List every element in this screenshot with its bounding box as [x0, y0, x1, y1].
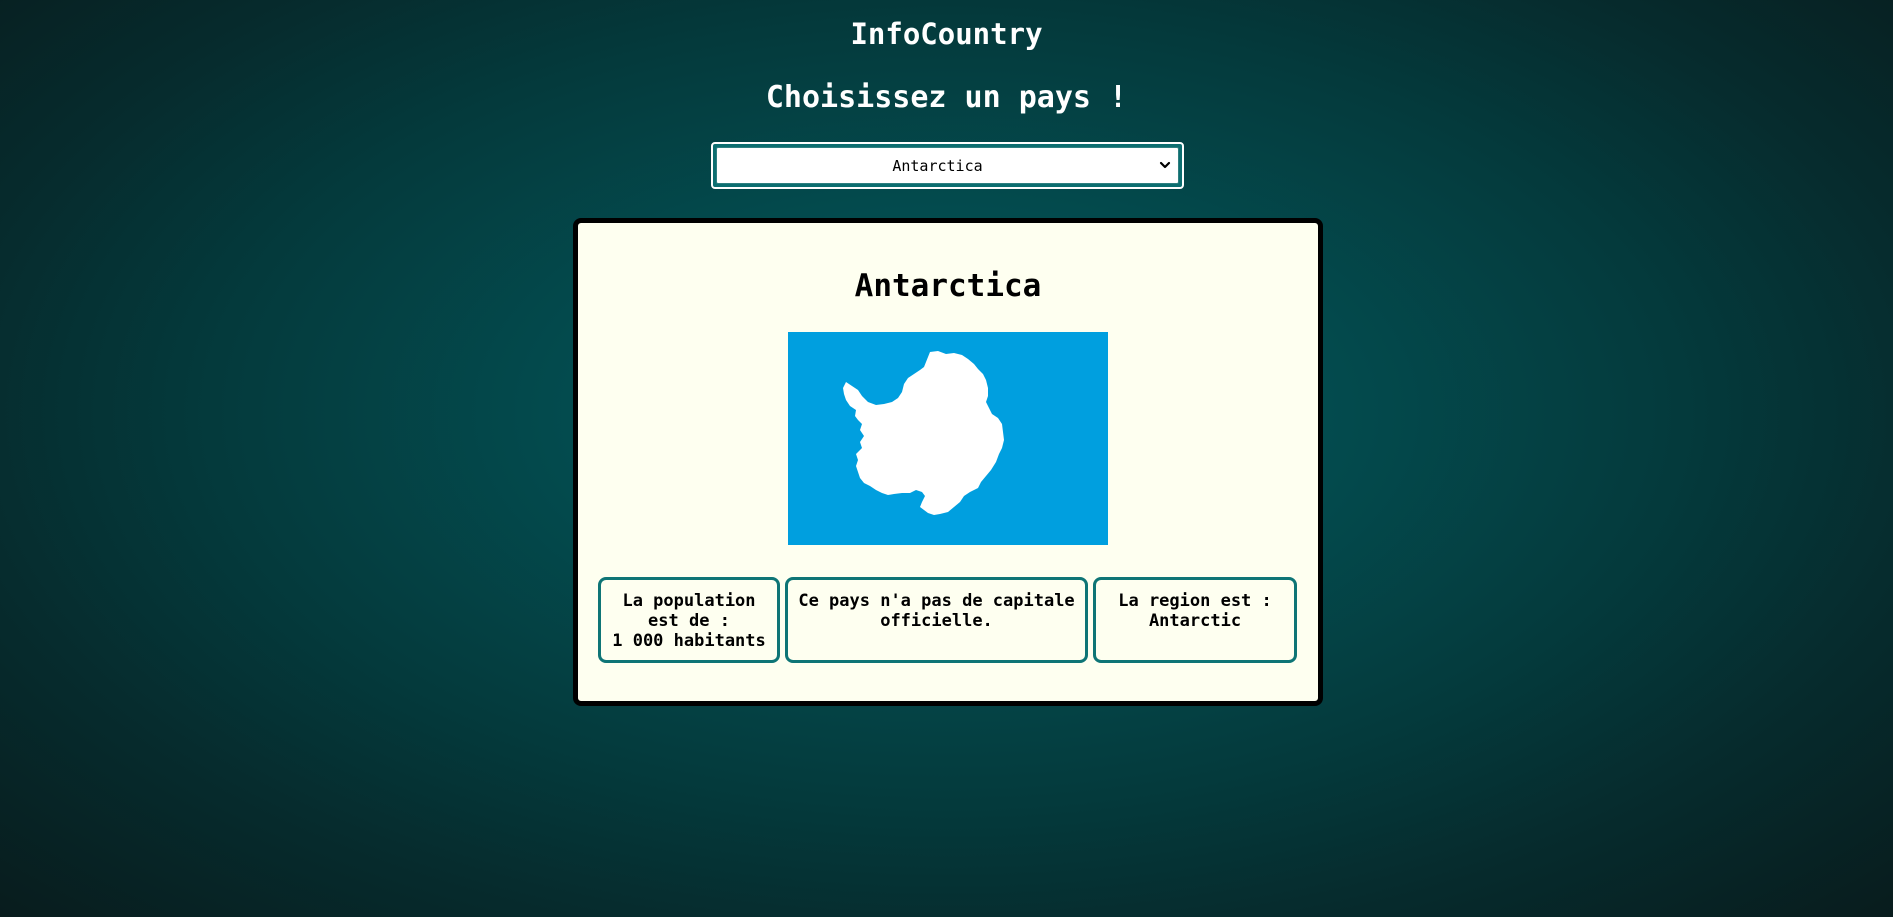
population-info-box: La population est de : 1 000 habitants	[598, 577, 780, 663]
population-label-line2: est de :	[648, 611, 730, 631]
region-value: Antarctic	[1148, 611, 1242, 631]
country-select-wrapper: Antarctica	[711, 142, 1184, 189]
country-name: Antarctica	[854, 268, 1042, 304]
page-subtitle: Choisissez un pays !	[765, 80, 1128, 115]
country-card: Antarctica La population est de : 1 000 …	[573, 218, 1323, 706]
region-info-box: La region est : Antarctic	[1093, 577, 1297, 663]
antarctica-flag-image	[788, 332, 1108, 545]
region-label: La region est :	[1118, 591, 1272, 611]
app-title: InfoCountry	[850, 17, 1043, 51]
capital-info-box: Ce pays n'a pas de capitale officielle.	[785, 577, 1088, 663]
population-value: 1 000 habitants	[612, 631, 766, 651]
country-select[interactable]: Antarctica	[716, 147, 1179, 184]
capital-text: Ce pays n'a pas de capitale officielle.	[798, 591, 1075, 631]
population-label-line1: La population	[622, 591, 756, 611]
